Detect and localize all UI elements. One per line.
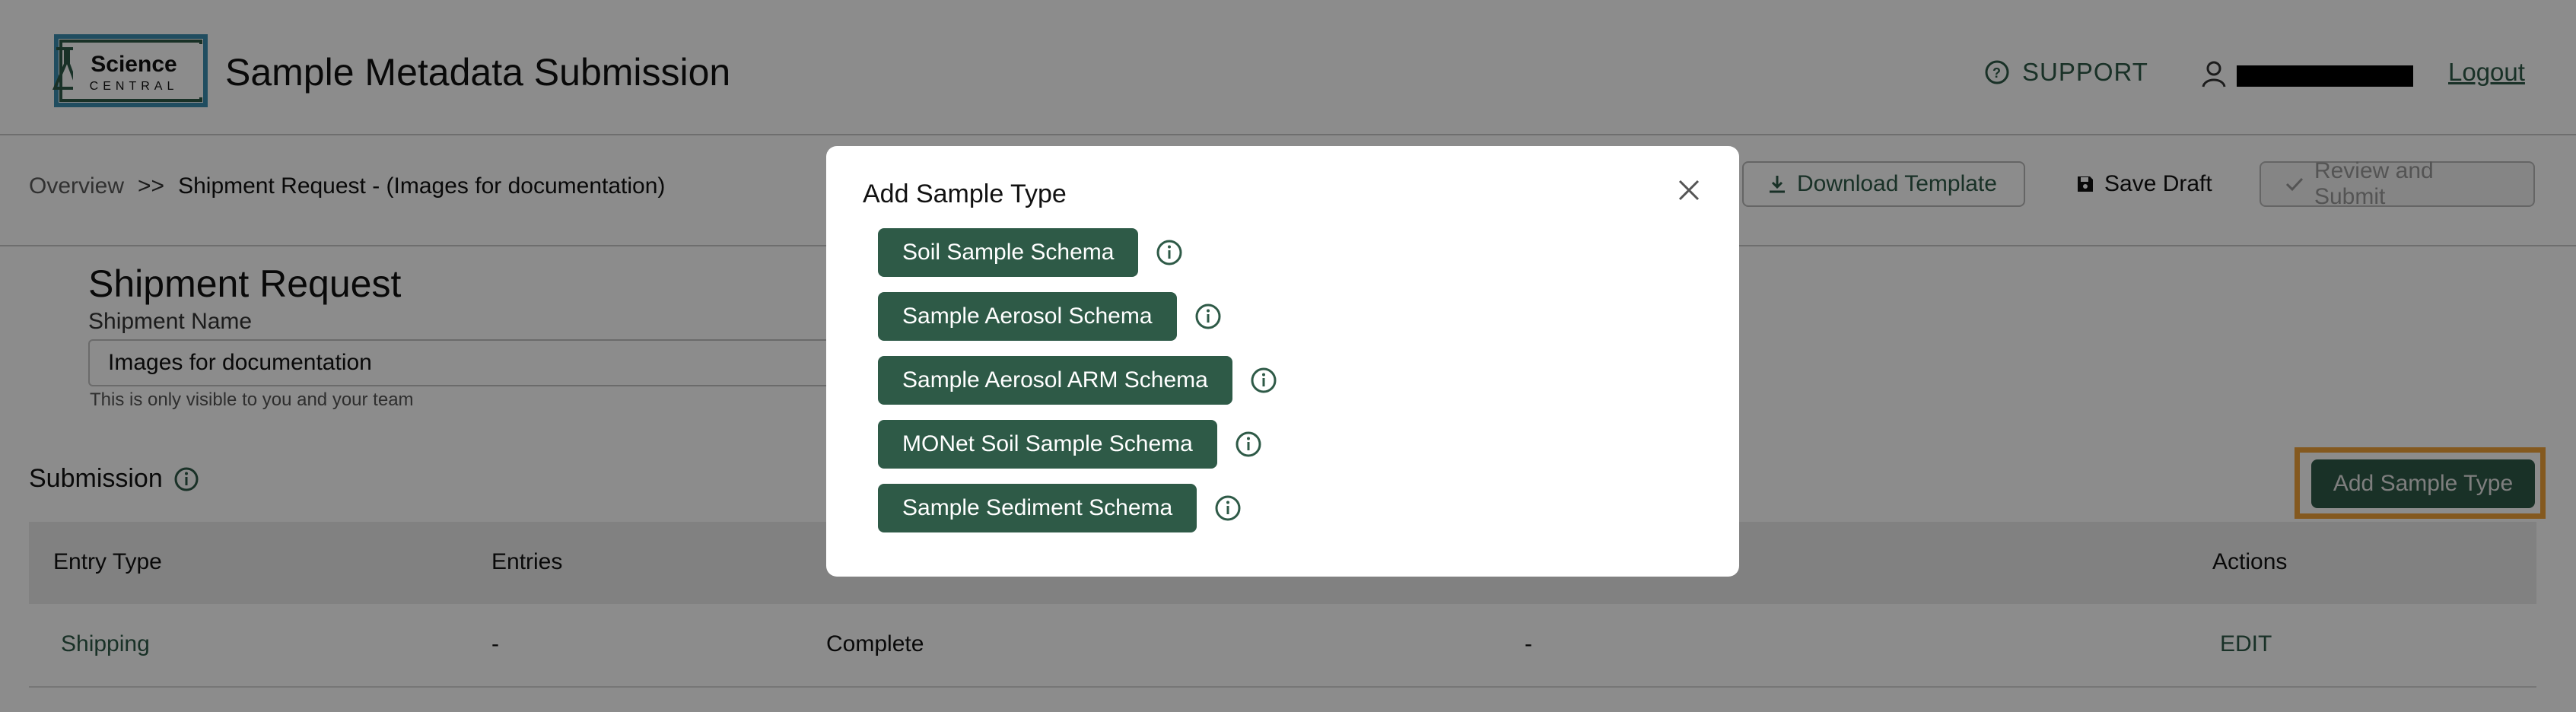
info-icon[interactable] (1194, 302, 1223, 331)
schema-option: Sample Aerosol ARM Schema (878, 356, 1278, 405)
info-icon[interactable] (1213, 494, 1242, 523)
close-icon[interactable] (1674, 175, 1704, 205)
soil-sample-schema-button[interactable]: Soil Sample Schema (878, 228, 1139, 277)
schema-option: Sample Aerosol Schema (878, 292, 1223, 341)
dialog-title: Add Sample Type (863, 180, 1067, 208)
sample-aerosol-arm-schema-button[interactable]: Sample Aerosol ARM Schema (878, 356, 1232, 405)
sample-sediment-schema-button[interactable]: Sample Sediment Schema (878, 484, 1197, 532)
sample-aerosol-schema-button[interactable]: Sample Aerosol Schema (878, 292, 1177, 341)
monet-soil-sample-schema-button[interactable]: MONet Soil Sample Schema (878, 420, 1217, 469)
info-icon[interactable] (1155, 238, 1184, 267)
page: Science CENTRAL Sample Metadata Submissi… (0, 0, 2576, 712)
schema-option: Sample Sediment Schema (878, 484, 1242, 532)
info-icon[interactable] (1249, 366, 1278, 395)
schema-option: MONet Soil Sample Schema (878, 420, 1263, 469)
schema-option: Soil Sample Schema (878, 228, 1184, 277)
add-sample-type-dialog: Add Sample Type Soil Sample Schema Sampl… (826, 146, 1739, 577)
info-icon[interactable] (1234, 430, 1263, 459)
